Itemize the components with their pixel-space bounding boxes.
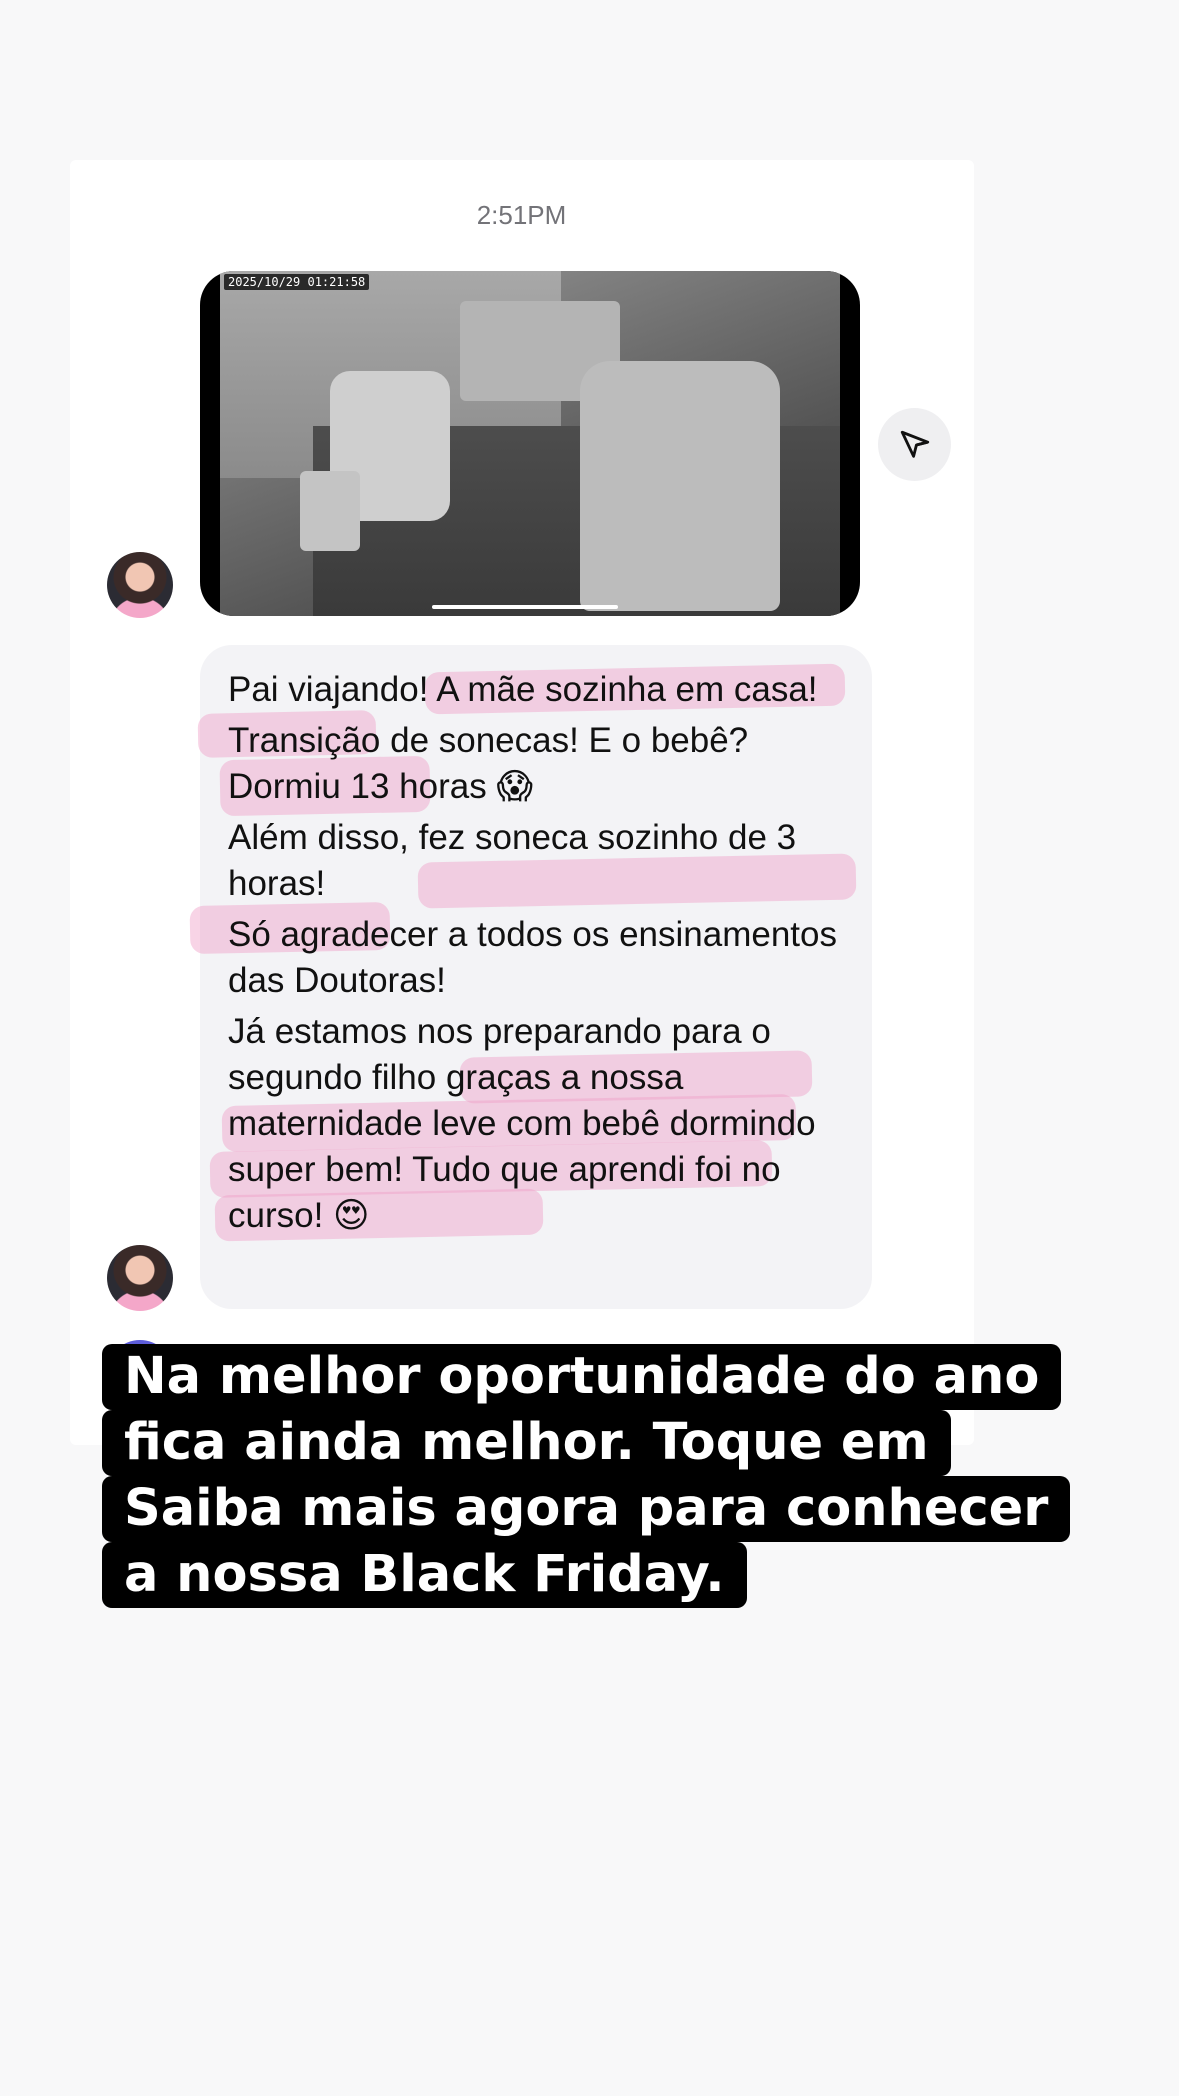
video-frame xyxy=(220,271,840,616)
overlay-line: Saiba mais agora para conhecer xyxy=(102,1476,1071,1542)
message-line: Transição de sonecas! E o bebê? Dormiu 1… xyxy=(228,721,749,806)
paper-plane-icon xyxy=(900,430,929,458)
overlay-line: fica ainda melhor. Toque em xyxy=(102,1410,951,1476)
message-line: Pai viajando! A mãe sozinha em casa! xyxy=(228,670,818,709)
message-text: Pai viajando! A mãe sozinha em casa! Tra… xyxy=(228,667,848,1244)
video-progress-bar[interactable] xyxy=(432,605,618,609)
share-button[interactable] xyxy=(878,408,951,481)
avatar[interactable] xyxy=(107,552,173,618)
camera-timestamp: 2025/10/29 01:21:58 xyxy=(224,274,370,290)
message-line: Só agradecer a todos os ensinamentos das… xyxy=(228,915,837,1000)
story-text-overlay: Na melhor oportunidade do ano fica ainda… xyxy=(102,1344,1071,1608)
video-message[interactable]: 2025/10/29 01:21:58 xyxy=(200,271,860,616)
message-timestamp: 2:51PM xyxy=(476,200,567,230)
message-line: Além disso, fez soneca sozinho de 3 hora… xyxy=(228,818,797,903)
overlay-line: Na melhor oportunidade do ano xyxy=(102,1344,1062,1410)
overlay-line: a nossa Black Friday. xyxy=(102,1542,747,1608)
message-line: Já estamos nos preparando para o segundo… xyxy=(228,1012,816,1235)
avatar[interactable] xyxy=(107,1245,173,1311)
